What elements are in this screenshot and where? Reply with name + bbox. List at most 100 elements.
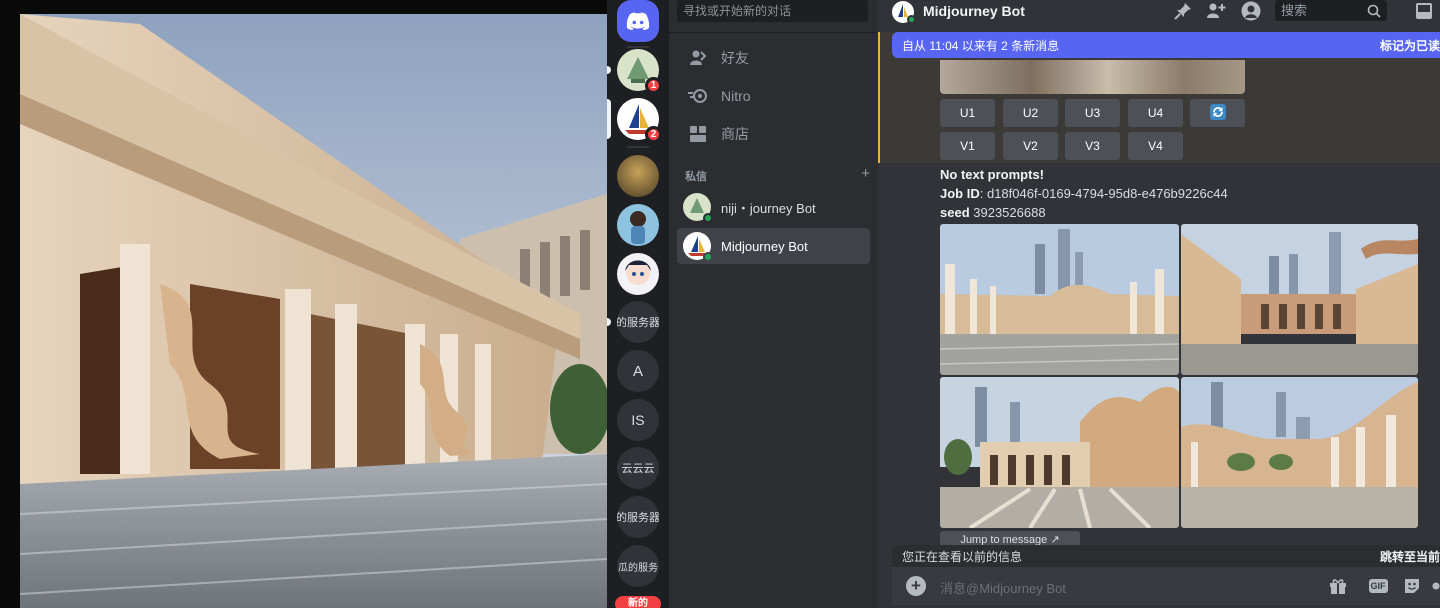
server-item[interactable]: 的服务器 — [607, 301, 659, 343]
shop-icon — [687, 123, 709, 145]
user-profile-icon[interactable] — [1240, 1, 1262, 21]
image-preview[interactable] — [20, 14, 607, 608]
rail-separator — [627, 46, 649, 48]
dm-section-header: 私信 + — [685, 166, 870, 184]
dm-item-midjourney[interactable]: Midjourney Bot — [677, 228, 870, 264]
variation-button-4[interactable]: V4 — [1128, 132, 1183, 160]
server-item[interactable]: A — [617, 350, 659, 392]
highlight-accent — [878, 32, 880, 163]
chat-title: Midjourney Bot — [923, 3, 1025, 19]
nitro-icon — [687, 85, 709, 107]
chat-header: Midjourney Bot 搜索 — [878, 0, 1440, 24]
divider — [669, 32, 878, 33]
variation-button-1[interactable]: V1 — [940, 132, 995, 160]
variation-button-3[interactable]: V3 — [1065, 132, 1120, 160]
grid-image-2[interactable] — [1181, 224, 1418, 375]
variation-button-2[interactable]: V2 — [1003, 132, 1058, 160]
dm-search-input[interactable]: 寻找或开始新的对话 — [677, 0, 868, 22]
upscale-button-1[interactable]: U1 — [940, 99, 995, 127]
new-messages-bar[interactable]: 自从 11:04 以来有 2 条新消息 标记为已读 — [892, 32, 1440, 58]
server-item[interactable] — [617, 155, 659, 197]
rail-separator — [627, 146, 649, 148]
grid-image-1[interactable] — [940, 224, 1179, 375]
new-unreads-pill[interactable]: 新的 — [615, 596, 661, 608]
nav-nitro[interactable]: Nitro — [677, 78, 870, 114]
server-item[interactable] — [617, 253, 659, 295]
upscale-button-3[interactable]: U3 — [1065, 99, 1120, 127]
gif-label: GIF — [1368, 579, 1388, 593]
viewing-older-messages-bar: 您正在查看以前的信息 跳转至当前 — [892, 545, 1440, 567]
pin-icon[interactable] — [1172, 1, 1194, 21]
dm-name: niji・journey Bot — [721, 200, 816, 216]
reroll-button[interactable] — [1190, 99, 1245, 127]
server-item[interactable]: 的服务器 — [617, 496, 659, 538]
search-placeholder: 搜索 — [1281, 3, 1308, 18]
message-composer: + 消息@Midjourney Bot GIF — [892, 567, 1440, 605]
refresh-icon — [1209, 103, 1226, 123]
gift-icon[interactable] — [1328, 576, 1348, 596]
message-input[interactable]: 消息@Midjourney Bot — [940, 578, 1066, 597]
server-item[interactable]: 瓜的服务 — [617, 545, 659, 587]
server-midjourney[interactable]: 2 — [607, 98, 662, 143]
server-item[interactable]: 云云云 — [617, 447, 659, 489]
online-status-icon — [703, 252, 713, 262]
plus-icon[interactable]: + — [861, 166, 870, 184]
server-rail: 1 2 的服务器 A IS 云云云 的服务器 瓜的服务 新的 — [607, 0, 669, 608]
server-avatar — [617, 253, 659, 295]
mention-badge: 2 — [645, 126, 662, 143]
attach-plus-icon[interactable]: + — [906, 576, 926, 596]
server-label: 瓜的服务 — [617, 545, 659, 587]
server-label: 的服务器 — [617, 301, 659, 343]
nav-friends[interactable]: 好友 — [677, 40, 870, 76]
grid-image-4[interactable] — [1181, 377, 1418, 528]
friends-icon — [687, 47, 709, 69]
nav-shop[interactable]: 商店 — [677, 116, 870, 152]
upscale-button-2[interactable]: U2 — [1003, 99, 1058, 127]
grid-image-3[interactable] — [940, 377, 1179, 528]
mention-badge: 1 — [645, 77, 662, 94]
search-icon — [1367, 3, 1381, 24]
server-item[interactable]: IS — [617, 399, 659, 441]
sticker-icon[interactable] — [1402, 576, 1422, 596]
server-label: 云云云 — [617, 447, 659, 489]
add-friends-to-dm-icon[interactable] — [1205, 1, 1227, 21]
nav-label: 商店 — [721, 126, 749, 142]
older-messages-notice: 您正在查看以前的信息 — [902, 549, 1023, 564]
nav-label: Nitro — [721, 88, 751, 104]
emoji-icon[interactable] — [1432, 576, 1440, 596]
server-avatar — [617, 155, 659, 197]
server-item[interactable] — [617, 204, 659, 246]
dm-sidebar: 寻找或开始新的对话 好友 Nitro 商店 私信 + niji・journey … — [669, 0, 878, 608]
message-prompt-line: No text prompts! — [940, 167, 1044, 182]
message-job-id: Job ID: d18f046f-0169-4794-95d8-e476b922… — [940, 186, 1228, 201]
previous-image-grid[interactable] — [940, 60, 1245, 94]
server-label: A — [617, 350, 659, 392]
upscale-button-4[interactable]: U4 — [1128, 99, 1183, 127]
chat-search-input[interactable]: 搜索 — [1275, 0, 1387, 21]
jump-to-present-button[interactable]: 跳转至当前 — [1380, 548, 1440, 565]
external-link-icon: ↗ — [1050, 534, 1060, 545]
jump-to-message-button[interactable]: Jump to message ↗ — [940, 531, 1080, 545]
server-label: IS — [617, 399, 659, 441]
discord-logo-icon — [617, 0, 659, 42]
online-status-icon — [907, 15, 916, 24]
dm-item-niji[interactable]: niji・journey Bot — [677, 189, 870, 225]
server-label: 的服务器 — [617, 496, 659, 538]
avatar — [892, 1, 916, 24]
building-image — [20, 14, 607, 608]
nav-label: 好友 — [721, 50, 749, 66]
inbox-icon[interactable] — [1413, 1, 1435, 21]
avatar — [683, 232, 713, 262]
online-status-icon — [703, 213, 713, 223]
dm-section-title: 私信 — [685, 171, 707, 183]
avatar — [683, 193, 713, 223]
home-button[interactable] — [617, 0, 659, 42]
mark-as-read-button[interactable]: 标记为已读 — [1380, 37, 1440, 54]
gif-icon[interactable]: GIF — [1368, 576, 1388, 596]
chat-panel: Midjourney Bot 搜索 自从 11:04 以来有 2 条新消息 标记… — [878, 0, 1440, 608]
server-niji[interactable]: 1 — [607, 49, 662, 94]
dm-name: Midjourney Bot — [721, 238, 808, 254]
server-avatar — [617, 204, 659, 246]
new-messages-text: 自从 11:04 以来有 2 条新消息 — [902, 38, 1060, 53]
message-seed: seed 3923526688 — [940, 205, 1046, 220]
